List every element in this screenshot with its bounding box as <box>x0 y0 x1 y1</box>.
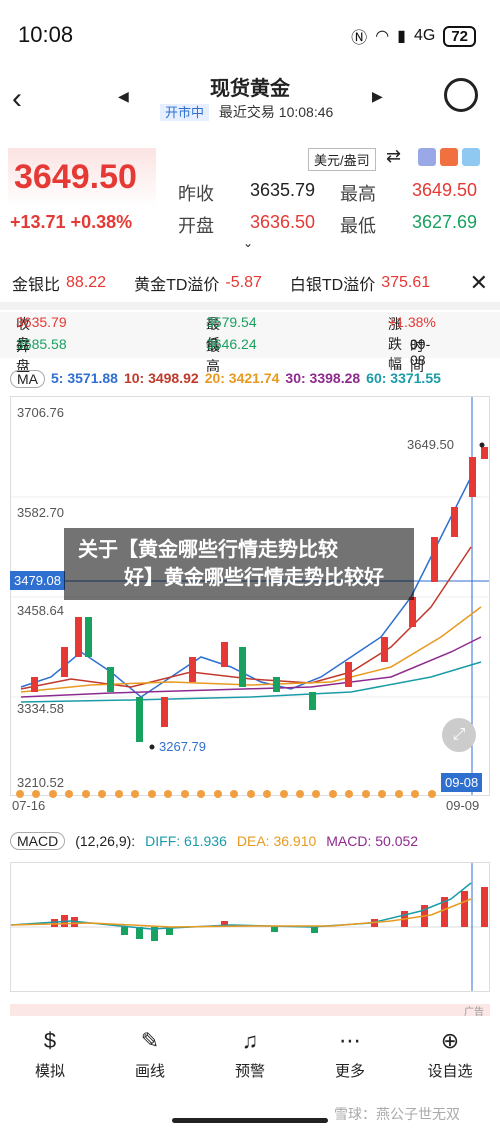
crosshair-price-tag: 3479.08 <box>10 571 65 590</box>
watermark: 雪球：燕公子世无双 <box>334 1106 460 1122</box>
ma10-value: 10: 3498.92 <box>123 370 199 386</box>
nav-label: 设自选 <box>427 1063 473 1080</box>
open-label: 开盘 <box>178 216 214 236</box>
dollar-icon: $ <box>43 1028 57 1053</box>
price-box: 3649.50 <box>8 148 156 208</box>
nav-simulate[interactable]: $ 模拟 <box>10 1028 90 1098</box>
nav-label: 预警 <box>234 1063 265 1080</box>
next-item-icon[interactable]: ▶ <box>372 88 383 105</box>
silver-td-value: 375.61 <box>381 274 431 291</box>
status-time: 10:08 <box>18 22 74 47</box>
bottom-nav: $ 模拟 ✎ 画线 ♫ 预警 ⋯ 更多 ⊕ 设自选 <box>0 1028 500 1098</box>
low-mark-label: 3267.79 <box>159 739 206 754</box>
silver-td-label: 白银TD溢价 <box>289 277 376 294</box>
gold-silver-value: 88.22 <box>66 274 107 291</box>
ma20-value: 20: 3421.74 <box>204 370 280 386</box>
gold-td-label: 黄金TD溢价 <box>134 277 220 294</box>
status-icons: Ⓝ ◠ ▮ 4G 72 <box>351 24 476 48</box>
open-value: 3636.50 <box>250 212 316 232</box>
divider <box>0 302 500 310</box>
expand-icon[interactable]: ⌄ <box>243 236 253 250</box>
macd-value: MACD: 50.052 <box>326 833 419 849</box>
nav-label: 画线 <box>134 1063 165 1080</box>
high-point <box>479 442 485 448</box>
page-title: 现货黄金 <box>210 78 290 100</box>
wifi-icon: ◠ <box>375 28 390 45</box>
gold-silver-label: 金银比 <box>12 277 61 294</box>
y-axis-label: 3582.70 <box>17 505 64 520</box>
ma5-value: 5: 3571.88 <box>51 370 118 386</box>
bell-icon: ♫ <box>241 1028 259 1053</box>
nav-more[interactable]: ⋯ 更多 <box>310 1028 390 1098</box>
quote-panel: 3649.50 +13.71 +0.38% 美元/盎司 ⇄ 昨收 3635.79… <box>0 140 500 252</box>
percent-icon[interactable] <box>418 148 436 166</box>
price-change: +13.71 +0.38% <box>10 212 133 232</box>
pen-icon: ✎ <box>140 1028 160 1053</box>
chart-type-icon[interactable] <box>462 148 480 166</box>
high-value: 3649.50 <box>412 180 478 200</box>
tool-icon[interactable] <box>440 148 458 166</box>
x-axis-end: 09-09 <box>446 798 480 813</box>
nav-label: 模拟 <box>34 1063 65 1080</box>
macd-bars <box>51 887 488 941</box>
macd-svg <box>10 863 489 991</box>
candle-info: 收盘 3635.79 最低 3579.54 涨跌幅 +1.38% 开盘 3585.58 … <box>0 312 500 374</box>
overlay-line-2: 好】黄金哪些行情走势比较好 <box>124 567 384 589</box>
high-label: 最高 <box>340 184 376 204</box>
article-title-overlay: 关于【黄金哪些行情走势比较 好】黄金哪些行情走势比较好 <box>64 528 414 600</box>
ma-selector[interactable]: MA <box>10 370 45 388</box>
gold-td-value: -5.87 <box>225 274 262 291</box>
nav-label: 更多 <box>334 1063 365 1080</box>
ma-legend: MA 5: 3571.88 10: 3498.92 20: 3421.74 30… <box>10 370 441 388</box>
ma30-value: 30: 3398.28 <box>285 370 361 386</box>
macd-legend: MACD (12,26,9): DIFF: 61.936 DEA: 36.910… <box>10 832 418 850</box>
ad-banner[interactable]: 广告 <box>10 1004 490 1018</box>
status-bar: 10:08 Ⓝ ◠ ▮ 4G 72 <box>0 0 500 70</box>
header: ‹ ◀ 现货黄金 开市中 最近交易 10:08:46 ▶ <box>0 68 500 130</box>
y-axis-label: 3210.52 <box>17 775 64 790</box>
last-trade-time: 最近交易 10:08:46 <box>218 104 334 120</box>
more-icon: ⋯ <box>339 1028 361 1053</box>
event-dots <box>16 790 436 798</box>
overlay-line-1: 关于【黄金哪些行情走势比较 <box>78 539 338 561</box>
ratio-bar: 金银比 88.22 黄金TD溢价 -5.87 白银TD溢价 375.61 ✕ <box>0 266 500 300</box>
low-value: 3627.69 <box>412 212 478 232</box>
high-mark-label: 3649.50 <box>407 437 454 452</box>
macd-dea: DEA: 36.910 <box>236 833 317 849</box>
nav-add-watchlist[interactable]: ⊕ 设自选 <box>410 1028 490 1098</box>
y-axis-label: 3706.76 <box>17 405 64 420</box>
low-label: 最低 <box>340 216 376 236</box>
add-icon: ⊕ <box>440 1028 460 1053</box>
crosshair-date-tag: 09-08 <box>441 773 483 792</box>
home-indicator[interactable] <box>172 1118 328 1123</box>
y-axis-label: 3334.58 <box>17 701 64 716</box>
macd-diff: DIFF: 61.936 <box>145 833 227 849</box>
ma60-value: 60: 3371.55 <box>366 370 441 386</box>
close-icon[interactable]: ✕ <box>470 270 488 296</box>
market-status-badge: 开市中 <box>160 104 210 121</box>
signal-icon: ▮ <box>397 28 406 45</box>
macd-selector[interactable]: MACD <box>10 832 66 850</box>
nav-draw[interactable]: ✎ 画线 <box>110 1028 190 1098</box>
x-axis-start: 07-16 <box>12 798 46 813</box>
indicator-icons <box>418 148 480 166</box>
low-point <box>149 744 155 750</box>
prev-close-value: 3635.79 <box>250 180 316 200</box>
battery-indicator: 72 <box>443 25 476 47</box>
macd-params: (12,26,9): <box>75 833 136 849</box>
nav-alert[interactable]: ♫ 预警 <box>210 1028 290 1098</box>
prev-close-label: 昨收 <box>178 184 214 204</box>
currency-unit[interactable]: 美元/盎司 <box>308 148 376 171</box>
network-label: 4G <box>413 27 436 44</box>
ad-label: 广告 <box>464 1007 484 1018</box>
current-price: 3649.50 <box>14 158 137 196</box>
macd-chart[interactable] <box>10 862 490 992</box>
fullscreen-icon[interactable]: ⤢ <box>442 718 476 752</box>
swap-icon[interactable]: ⇄ <box>386 146 401 167</box>
refresh-button[interactable] <box>444 78 478 112</box>
y-axis-label: 3458.64 <box>17 603 64 618</box>
nfc-icon: Ⓝ <box>351 30 368 47</box>
trade-info: 开市中 最近交易 10:08:46 <box>160 102 333 122</box>
